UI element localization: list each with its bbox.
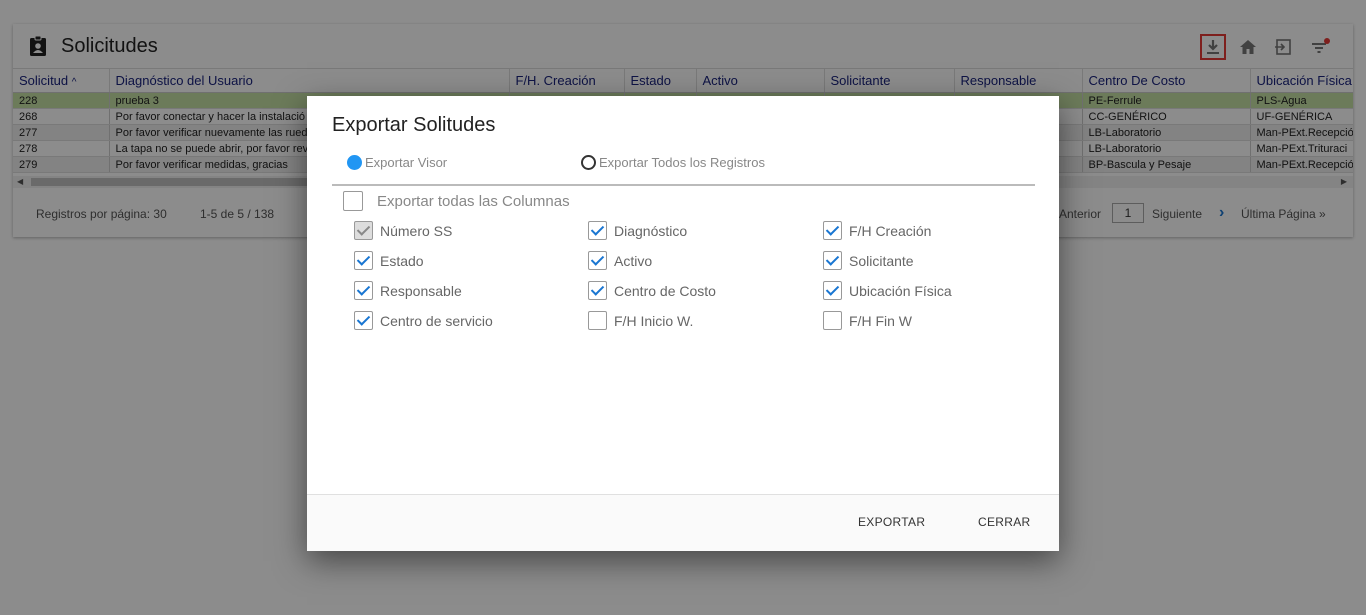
close-button[interactable]: CERRAR [978, 515, 1030, 529]
checkbox-icon[interactable] [343, 191, 363, 211]
divider [332, 184, 1035, 186]
checkbox-label: Diagnóstico [614, 222, 688, 239]
checkbox-label: F/H Creación [849, 222, 932, 239]
column-checkbox[interactable]: Solicitante [823, 251, 914, 270]
radio-export-all[interactable]: Exportar Todos los Registros [581, 155, 765, 170]
export-button[interactable]: EXPORTAR [858, 515, 925, 529]
checkbox-checked-icon[interactable] [823, 281, 842, 300]
checkbox-label: Activo [614, 252, 653, 269]
column-checkbox[interactable]: Ubicación Física [823, 281, 952, 300]
radio-export-visor[interactable]: Exportar Visor [347, 155, 447, 170]
checkbox-label: F/H Inicio W. [614, 312, 694, 329]
checkbox-label: Solicitante [849, 252, 914, 269]
radio-checked-icon[interactable] [347, 155, 362, 170]
checkbox-checked-icon[interactable] [588, 281, 607, 300]
radio-label: Exportar Todos los Registros [599, 155, 765, 170]
checkbox-checked-icon[interactable] [588, 251, 607, 270]
export-dialog: Exportar Solitudes Exportar Visor Export… [307, 96, 1059, 551]
column-checkbox[interactable]: Centro de Costo [588, 281, 716, 300]
checkbox-checked-icon[interactable] [354, 281, 373, 300]
column-checkbox[interactable]: Número SS [354, 221, 452, 240]
checkbox-checked-icon[interactable] [354, 221, 373, 240]
radio-label: Exportar Visor [365, 155, 448, 170]
column-checkbox[interactable]: Centro de servicio [354, 311, 493, 330]
checkbox-label: Exportar todas las Columnas [377, 192, 570, 210]
checkbox-label: Centro de Costo [614, 282, 716, 299]
checkbox-label: F/H Fin W [849, 312, 912, 329]
column-checkbox[interactable]: Activo [588, 251, 652, 270]
column-checkbox[interactable]: Responsable [354, 281, 462, 300]
checkbox-label: Ubicación Física [849, 282, 952, 299]
column-checkbox[interactable]: Diagnóstico [588, 221, 687, 240]
checkbox-icon[interactable] [588, 311, 607, 330]
dialog-footer: EXPORTAR CERRAR [307, 494, 1059, 551]
checkbox-label: Estado [380, 252, 424, 269]
checkbox-icon[interactable] [823, 311, 842, 330]
checkbox-checked-icon[interactable] [588, 221, 607, 240]
column-checkbox[interactable]: F/H Creación [823, 221, 931, 240]
checkbox-checked-icon[interactable] [823, 221, 842, 240]
checkbox-checked-icon[interactable] [354, 311, 373, 330]
checkbox-export-all-columns[interactable]: Exportar todas las Columnas [343, 191, 570, 211]
checkbox-label: Centro de servicio [380, 312, 493, 329]
column-checkbox[interactable]: Estado [354, 251, 424, 270]
dialog-title: Exportar Solitudes [332, 114, 496, 136]
column-checkbox[interactable]: F/H Fin W [823, 311, 912, 330]
radio-unchecked-icon[interactable] [581, 155, 596, 170]
checkbox-checked-icon[interactable] [823, 251, 842, 270]
checkbox-checked-icon[interactable] [354, 251, 373, 270]
checkbox-label: Número SS [380, 222, 453, 239]
checkbox-label: Responsable [380, 282, 462, 299]
column-checkbox[interactable]: F/H Inicio W. [588, 311, 693, 330]
